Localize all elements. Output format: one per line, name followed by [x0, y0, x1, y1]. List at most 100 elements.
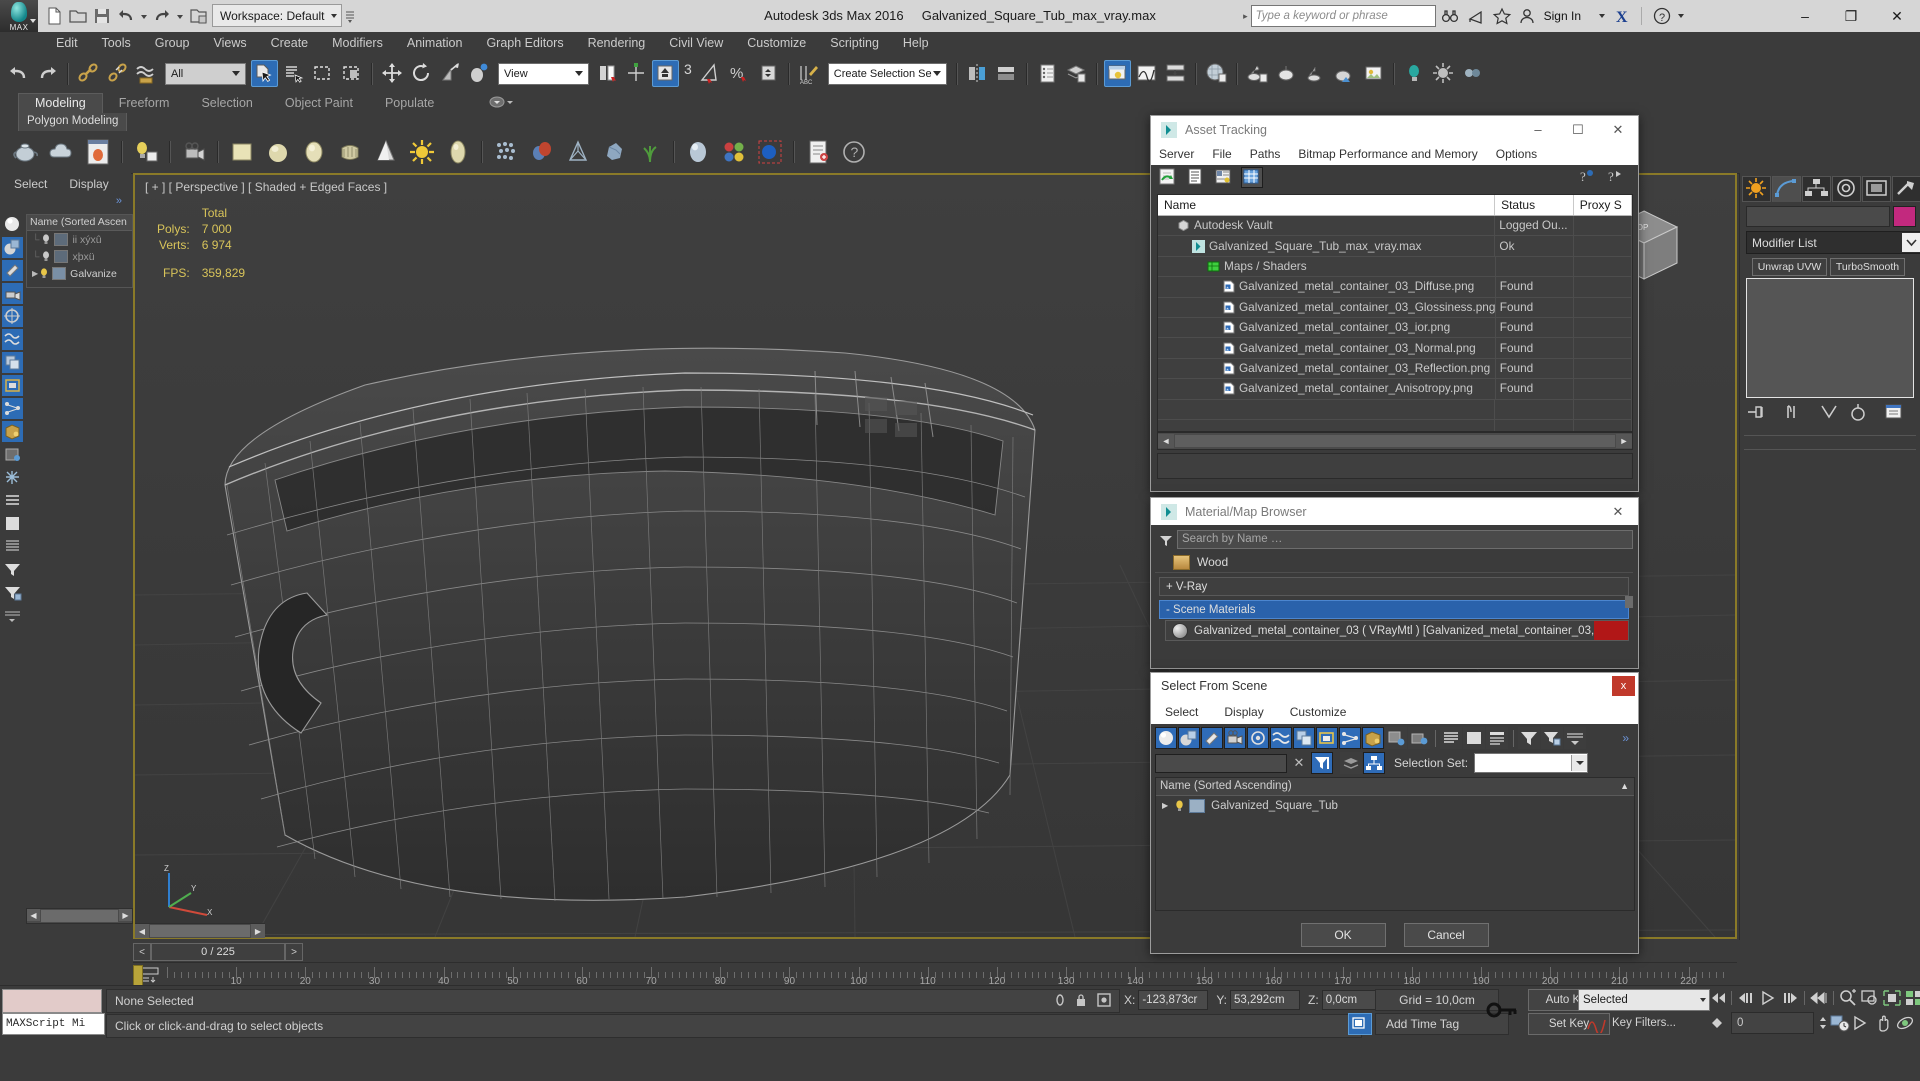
menu-item-tools[interactable]: Tools: [90, 32, 143, 55]
workspace-selector[interactable]: Workspace: Default: [212, 3, 358, 28]
material-map-browser-window[interactable]: Material/Map Browser ✕ Search by Name … …: [1150, 497, 1639, 669]
filter-helpers-icon[interactable]: [1247, 727, 1269, 749]
scroll-right-icon[interactable]: ▶: [119, 909, 132, 921]
light-bulb-icon[interactable]: [41, 251, 51, 262]
next-frame-button[interactable]: >: [285, 943, 303, 961]
layers-icon[interactable]: [1340, 752, 1362, 774]
maximize-button[interactable]: ❐: [1828, 0, 1874, 32]
frame-number-field[interactable]: 0: [1731, 1012, 1814, 1034]
workspace-overflow-icon[interactable]: [343, 5, 357, 27]
scene-explorer-menu-display[interactable]: Display: [69, 177, 108, 191]
modifier-unwrap-uvw[interactable]: Unwrap UVW: [1752, 258, 1827, 276]
plane-primitive-icon[interactable]: [226, 136, 258, 168]
scene-explorer-tree-header[interactable]: Name (Sorted Ascen: [27, 215, 132, 231]
filter-containers-icon[interactable]: [2, 421, 23, 442]
scene-explorer-button[interactable]: [1103, 60, 1131, 87]
rock-object-icon[interactable]: [598, 136, 630, 168]
zoom-extents-icon[interactable]: [1881, 988, 1903, 1008]
material-browser-close[interactable]: ✕: [1598, 498, 1638, 525]
open-file-icon[interactable]: [67, 5, 89, 27]
close-button[interactable]: ✕: [1874, 0, 1920, 32]
search-input[interactable]: Type a keyword or phrase: [1250, 5, 1436, 27]
previous-frame-icon[interactable]: [1735, 988, 1757, 1008]
go-to-start-icon[interactable]: [1706, 988, 1728, 1008]
asset-tracking-window[interactable]: Asset Tracking – ☐ ✕ Server File Paths B…: [1150, 115, 1639, 492]
pan-hand-icon[interactable]: [1873, 1013, 1895, 1033]
menu-item-civil-view[interactable]: Civil View: [657, 32, 735, 55]
table-row[interactable]: Maps / Shaders: [1158, 256, 1632, 278]
expander-icon[interactable]: ▶: [32, 269, 38, 278]
scene-object-list[interactable]: Name (Sorted Ascending) ▲ ▶ Galvanized_S…: [1155, 777, 1635, 911]
material-swatches-icon[interactable]: [718, 136, 750, 168]
expand-all-icon[interactable]: [1564, 727, 1586, 749]
filter-xrefs-icon[interactable]: [2, 375, 23, 396]
configure-columns-icon[interactable]: [2, 582, 23, 603]
layer-explorer-button[interactable]: [1034, 60, 1061, 87]
asset-tracking-hscrollbar[interactable]: ◄ ►: [1157, 432, 1633, 450]
tab-selection[interactable]: Selection: [185, 94, 268, 113]
select-from-scene-dialog[interactable]: Select From Scene x Select Display Custo…: [1150, 672, 1639, 954]
display-list-icon[interactable]: [2, 490, 23, 511]
play-animation-icon[interactable]: [1757, 988, 1779, 1008]
table-row[interactable]: [1158, 419, 1632, 431]
hierarchy-view-icon[interactable]: [1363, 752, 1385, 774]
filter-none-icon[interactable]: [1408, 727, 1430, 749]
select-and-place-button[interactable]: [466, 60, 493, 87]
sfs-overflow-icon[interactable]: »: [1622, 731, 1633, 745]
select-object-button[interactable]: [251, 60, 278, 87]
select-from-scene-titlebar[interactable]: Select From Scene x: [1151, 673, 1638, 699]
light-bulb-icon[interactable]: [39, 268, 49, 279]
tab-create[interactable]: [1742, 176, 1771, 202]
scroll-thumb[interactable]: [150, 925, 250, 937]
redo-dropdown-icon[interactable]: [175, 5, 185, 27]
key-mode-toggle-icon[interactable]: [1706, 1013, 1728, 1033]
light-bulb-icon[interactable]: [41, 234, 51, 245]
group-scene-materials[interactable]: - Scene Materials: [1159, 600, 1629, 619]
scene-object-list-header[interactable]: Name (Sorted Ascending) ▲: [1156, 778, 1634, 796]
remove-modifier-icon[interactable]: [1847, 402, 1869, 422]
account-chevron-icon[interactable]: [1599, 14, 1605, 18]
space-warp-icon[interactable]: [562, 136, 594, 168]
user-account-icon[interactable]: [1516, 5, 1540, 27]
at-menu-paths[interactable]: Paths: [1250, 147, 1281, 161]
scene-lights-on-icon[interactable]: [1430, 60, 1457, 87]
vray-material-icon[interactable]: [682, 136, 714, 168]
snaps-toggle-button[interactable]: [652, 60, 679, 87]
filter-shapes-icon[interactable]: [2, 237, 23, 258]
display-solid-icon[interactable]: [1463, 727, 1485, 749]
use-pivot-point-center-button[interactable]: [594, 60, 621, 87]
scroll-left-icon[interactable]: ◀: [135, 924, 149, 938]
sort-filter-icon[interactable]: [1518, 727, 1540, 749]
filter-selection-sets-icon[interactable]: [2, 444, 23, 465]
pan-view-arrow-icon[interactable]: [1851, 1013, 1873, 1033]
scroll-right-icon[interactable]: ►: [1616, 434, 1632, 448]
list-view-icon[interactable]: [1185, 167, 1207, 188]
ribbon-options-dropdown[interactable]: [487, 94, 515, 111]
at-menu-file[interactable]: File: [1212, 147, 1231, 161]
filter-space-warps-icon[interactable]: [1270, 727, 1292, 749]
filter-geometry-icon[interactable]: [1155, 727, 1177, 749]
scene-material-item[interactable]: Galvanized_metal_container_03 ( VRayMtl …: [1165, 620, 1629, 641]
filter-helpers-icon[interactable]: [2, 306, 23, 327]
track-bar[interactable]: 10 20 30 40 50 60 70 80 90 100 110 120 130 140 150 160 1…: [133, 962, 1737, 986]
group-vray[interactable]: + V-Ray: [1159, 577, 1629, 596]
asset-tracking-close[interactable]: ✕: [1598, 116, 1638, 143]
table-row[interactable]: Autodesk Vault Logged Ou...: [1158, 216, 1632, 237]
percent-snap-toggle-button[interactable]: %: [726, 60, 753, 87]
current-frame-display[interactable]: 0 / 225: [151, 943, 285, 961]
menu-item-group[interactable]: Group: [143, 32, 202, 55]
expand-collapse-icon[interactable]: [2, 605, 23, 626]
redo-icon[interactable]: [151, 5, 173, 27]
render-in-cloud-button[interactable]: [1360, 60, 1387, 87]
key-filter-mode-combo[interactable]: Selected: [1578, 989, 1710, 1011]
compound-object-icon[interactable]: [526, 136, 558, 168]
scroll-right-icon[interactable]: ▶: [251, 924, 265, 938]
key-mode-toggle[interactable]: [1478, 988, 1524, 1032]
minimize-button[interactable]: –: [1782, 0, 1828, 32]
curve-editor-button[interactable]: [1133, 60, 1160, 87]
lock-selection-icon[interactable]: [1070, 991, 1092, 1009]
scroll-left-icon[interactable]: ◄: [1158, 434, 1174, 448]
particle-system-icon[interactable]: [490, 136, 522, 168]
new-file-icon[interactable]: [43, 5, 65, 27]
scene-explorer-overflow-icon[interactable]: »: [116, 195, 122, 207]
